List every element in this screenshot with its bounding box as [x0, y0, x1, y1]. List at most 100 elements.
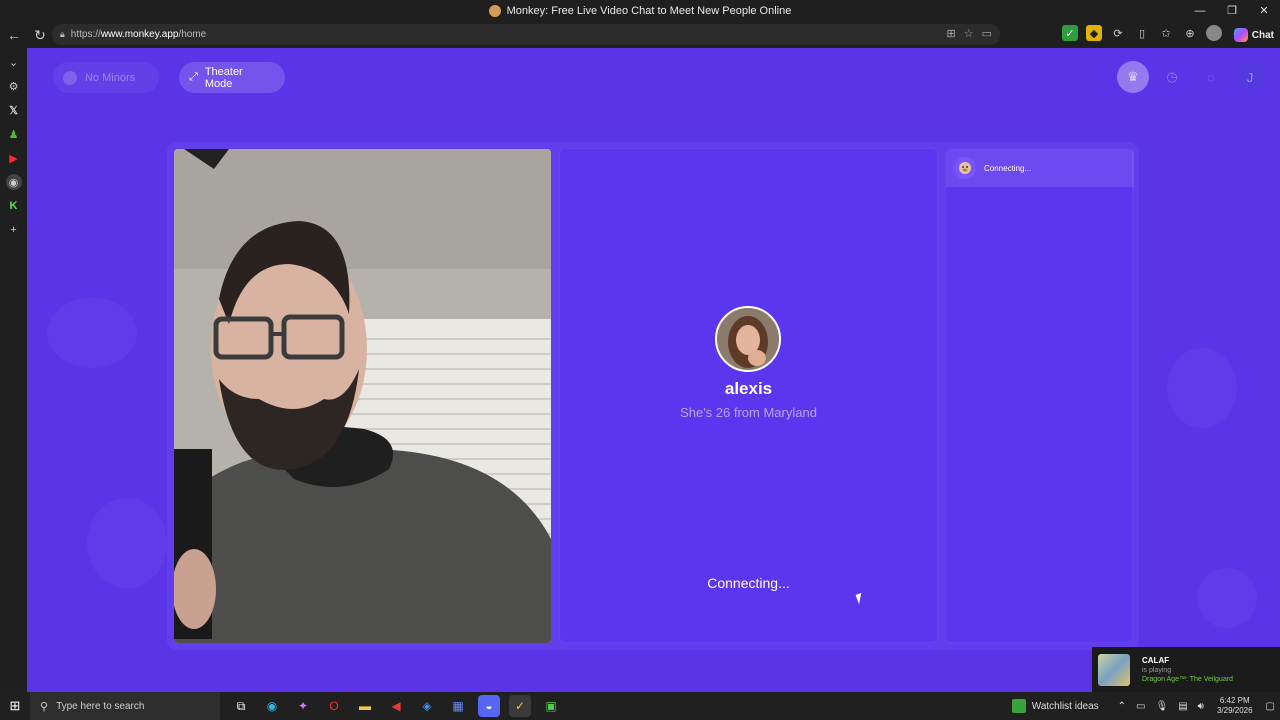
favorite-star-icon[interactable]: ☆ [964, 27, 974, 40]
opera-icon[interactable]: O [323, 695, 345, 717]
background-blob [47, 298, 137, 368]
kick-icon[interactable]: K [6, 198, 22, 214]
self-camera-image [174, 149, 551, 643]
notifications-icon[interactable]: ▢ [1266, 701, 1275, 712]
chat-status-row: Connecting... [946, 149, 1134, 187]
browser-toolbar: ← ↻ 🔒︎ https:// www.monkey.app /home ⊞ ☆… [0, 22, 1280, 48]
expand-icon: ⤢ [189, 71, 198, 83]
partner-subtitle: She's 26 from Maryland [680, 405, 817, 420]
windows-taskbar: ⊞ ⚲ Type here to search ⧉ ◉ ✦ O ▬ ◀ ◈ ▦ … [0, 692, 1280, 720]
teams-icon[interactable]: ▦ [447, 695, 469, 717]
header-actions: ♛ ◷ ◌ J [1117, 61, 1266, 93]
game-activity-notification[interactable]: CALAF is playing Dragon Age™: The Veilgu… [1092, 647, 1280, 692]
close-icon[interactable]: ✕ [1248, 0, 1280, 22]
meet-now-icon[interactable]: ▭ [1136, 701, 1145, 712]
window-controls: — ❐ ✕ [1184, 0, 1280, 22]
favorites-icon[interactable]: ✩ [1158, 25, 1174, 41]
file-explorer-icon[interactable]: ▬ [354, 695, 376, 717]
extensions-puzzle-icon[interactable]: ⟳ [1110, 25, 1126, 41]
notification-activity: is playing [1142, 667, 1172, 674]
profile-avatar-icon[interactable] [1206, 25, 1222, 41]
address-bar[interactable]: 🔒︎ https:// www.monkey.app /home ⊞ ☆ ▭ [52, 24, 1000, 45]
extension-coupon-icon[interactable]: ◆ [1086, 25, 1102, 41]
url-host: www.monkey.app [100, 29, 179, 40]
self-camera-video [174, 149, 551, 643]
youtube-icon[interactable]: ▶ [6, 150, 22, 166]
no-minors-label: No Minors [85, 71, 136, 84]
chess-pawn-icon[interactable]: ♟ [6, 126, 22, 142]
taskbar-apps: ⧉ ◉ ✦ O ▬ ◀ ◈ ▦ ◒ ✓ ▣ [230, 695, 562, 717]
task-view-icon[interactable]: ⧉ [230, 695, 252, 717]
restore-icon[interactable]: ❐ [1216, 0, 1248, 22]
norton-icon[interactable]: ✓ [509, 695, 531, 717]
target-icon[interactable]: ◉ [5, 174, 22, 190]
minimize-icon[interactable]: — [1184, 0, 1216, 22]
window-title: Monkey: Free Live Video Chat to Meet New… [506, 5, 792, 17]
background-blob [87, 498, 167, 588]
partner-panel: alexis She's 26 from Maryland Connecting… [559, 148, 938, 643]
search-placeholder: Type here to search [56, 700, 145, 712]
copilot-chat-button[interactable]: Chat [1233, 25, 1274, 45]
history-clock-icon[interactable]: ◷ [1156, 61, 1188, 93]
collections-icon[interactable]: ⊕ [1182, 25, 1198, 41]
profile-avatar[interactable]: J [1234, 61, 1266, 93]
url-path: /home [178, 29, 207, 40]
crown-icon[interactable]: ♛ [1117, 61, 1149, 93]
messages-icon[interactable]: ◌ [1195, 61, 1227, 93]
game-thumbnail [1098, 653, 1130, 686]
address-bar-actions: ⊞ ☆ ▭ [947, 27, 993, 40]
browser-sidebar: ⌄ ⚙ 𝕏 ♟ ▶ ◉ K + [0, 48, 27, 692]
copilot-taskbar-icon[interactable]: ✦ [292, 695, 314, 717]
url-prefix: https:// [70, 29, 101, 40]
x-twitter-icon[interactable]: 𝕏 [6, 102, 22, 118]
watchlist-icon [1011, 699, 1026, 713]
monkey-icon [954, 157, 976, 179]
extension-icons: ✓ ◆ ⟳ ▯ ✩ ⊕ ⋯ [1062, 25, 1246, 41]
extension-check-icon[interactable]: ✓ [1062, 25, 1078, 41]
chat-label: Chat [1251, 29, 1274, 41]
background-blob [1197, 568, 1257, 628]
app-available-icon[interactable]: ⊞ [947, 27, 956, 40]
partner-name: alexis [724, 379, 773, 398]
clock-time: 6:42 PM [1219, 696, 1250, 705]
theater-mode-button[interactable]: ⤢ Theater Mode [179, 62, 285, 93]
partner-avatar-image [717, 308, 779, 370]
chat-panel: Connecting... [945, 148, 1134, 643]
outlook-icon[interactable]: ◈ [416, 695, 438, 717]
network-icon[interactable]: ▤ [1178, 701, 1187, 712]
taskbar-clock[interactable]: 6:42 PM 3/29/2026 [1217, 696, 1253, 716]
volume-icon[interactable]: 🔊︎ [1198, 701, 1204, 712]
search-icon: ⚲ [40, 700, 49, 713]
copilot-icon [1233, 28, 1248, 42]
edge-icon[interactable]: ◉ [261, 695, 283, 717]
monkey-favicon-icon [488, 5, 501, 17]
chevron-down-icon[interactable]: ⌄ [6, 54, 22, 70]
watchlist-widget[interactable]: Watchlist ideas [1011, 699, 1099, 713]
red-app-icon[interactable]: ◀ [385, 695, 407, 717]
notification-user: CALAF [1142, 656, 1170, 665]
notification-game: Dragon Age™: The Veilguard [1142, 676, 1233, 683]
gear-icon[interactable]: ⚙ [6, 78, 22, 94]
partner-avatar[interactable] [715, 306, 781, 372]
green-app-icon[interactable]: ▣ [540, 695, 562, 717]
microphone-icon[interactable]: 🎙︎ [1155, 701, 1168, 712]
split-screen-icon[interactable]: ▯ [1134, 25, 1150, 41]
background-blob [1167, 348, 1237, 428]
no-minors-toggle[interactable]: No Minors [53, 62, 159, 93]
chat-status-text: Connecting... [984, 163, 1032, 173]
window-titlebar: Monkey: Free Live Video Chat to Meet New… [0, 0, 1280, 22]
add-icon[interactable]: + [6, 222, 22, 238]
theater-mode-label: Theater Mode [204, 65, 243, 90]
no-minors-icon [63, 70, 77, 85]
discord-icon[interactable]: ◒ [478, 695, 500, 717]
chevron-up-icon[interactable]: ⌃ [1118, 701, 1126, 712]
monkey-page: No Minors ⤢ Theater Mode ♛ ◷ ◌ J alexis … [27, 48, 1280, 692]
taskbar-search[interactable]: ⚲ Type here to search [30, 692, 220, 720]
back-icon[interactable]: ← [2, 23, 26, 47]
windows-start-icon[interactable]: ⊞ [0, 698, 30, 714]
camera-icon[interactable]: ▭ [982, 27, 992, 40]
refresh-icon[interactable]: ↻ [28, 23, 52, 47]
clock-date: 3/29/2026 [1216, 706, 1253, 715]
connection-status: Connecting... [707, 575, 790, 591]
system-tray: Watchlist ideas ⌃ ▭ 🎙︎ ▤ 🔊︎ 6:42 PM 3/29… [1011, 692, 1280, 720]
